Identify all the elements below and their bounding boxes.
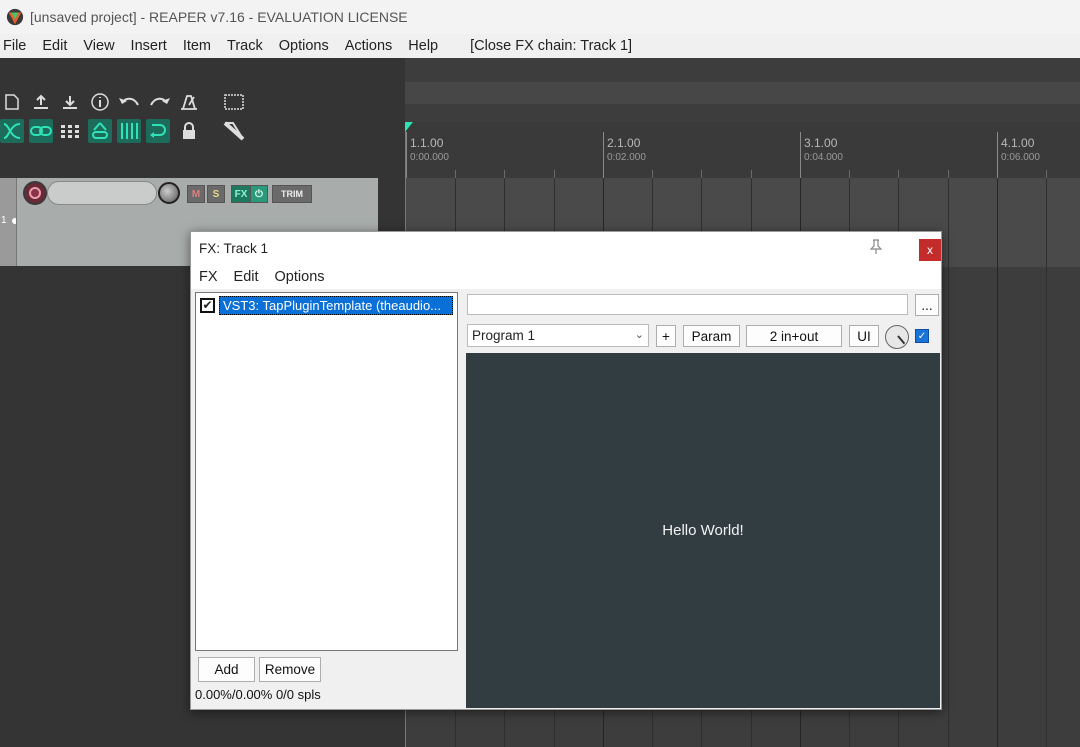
snap-grid-icon[interactable] [58, 119, 82, 143]
record-arm-button[interactable] [23, 181, 47, 205]
plugin-hello-text: Hello World! [662, 522, 744, 539]
ripple-edit-icon[interactable] [0, 119, 24, 143]
envelope-link-icon[interactable] [88, 119, 112, 143]
fx-plugin-list[interactable]: ✔ VST3: TapPluginTemplate (theaudio... [195, 292, 458, 651]
list-item[interactable]: ✔ VST3: TapPluginTemplate (theaudio... [200, 295, 453, 315]
preset-name-field[interactable] [467, 294, 908, 315]
menu-bar: File Edit View Insert Item Track Options… [0, 34, 1080, 58]
track-number-panel[interactable]: 1 [0, 178, 18, 266]
project-settings-icon[interactable] [88, 90, 112, 114]
record-arm-icon [29, 187, 41, 199]
cpu-stats: 0.00%/0.00% 0/0 spls [195, 687, 321, 702]
plugin-ui-panel[interactable]: Hello World! [466, 353, 940, 708]
auto-crossfade-icon[interactable] [222, 119, 246, 143]
fx-menu-fx[interactable]: FX [199, 269, 218, 285]
menu-insert[interactable]: Insert [131, 38, 167, 54]
menu-item[interactable]: Item [183, 38, 211, 54]
redo-icon[interactable] [148, 90, 172, 114]
timeline-ruler[interactable]: 1.1.00 0:00.000 2.1.00 0:02.000 3.1.00 0… [405, 122, 1080, 178]
reaper-logo-icon [6, 8, 24, 26]
fx-menu-edit[interactable]: Edit [234, 269, 259, 285]
volume-knob[interactable] [158, 182, 180, 204]
fx-menu-bar: FX Edit Options [191, 265, 941, 289]
chevron-down-icon: ⌄ [634, 329, 644, 341]
menu-close-fx-chain[interactable]: [Close FX chain: Track 1] [470, 38, 632, 54]
track-number: 1 [1, 215, 7, 226]
solo-button[interactable]: S [207, 185, 225, 203]
preset-menu-button[interactable]: ... [915, 294, 939, 316]
menu-track[interactable]: Track [227, 38, 263, 54]
window-title: [unsaved project] - REAPER v7.16 - EVALU… [30, 9, 408, 25]
link-icon[interactable] [29, 119, 53, 143]
grid-toggle-icon[interactable] [222, 90, 246, 114]
fx-window-title: FX: Track 1 [199, 241, 269, 256]
plugin-enabled-checkbox[interactable]: ✔ [200, 297, 215, 313]
ruler-bar-label: 3.1.00 [804, 136, 838, 150]
io-routing-button[interactable]: 2 in+out [746, 325, 842, 347]
arrange-scrollbar[interactable] [405, 82, 1080, 104]
title-bar: [unsaved project] - REAPER v7.16 - EVALU… [0, 0, 1080, 34]
ruler-time-label: 0:02.000 [607, 152, 646, 163]
ruler-bar-label: 2.1.00 [607, 136, 641, 150]
add-fx-button[interactable]: Add [198, 657, 255, 682]
program-value: Program 1 [472, 328, 536, 343]
fx-chain-window: FX: Track 1 x FX Edit Options ✔ VST3: Ta… [190, 231, 942, 710]
fx-menu-options[interactable]: Options [275, 269, 325, 285]
menu-view[interactable]: View [83, 38, 114, 54]
ruler-time-label: 0:04.000 [804, 152, 843, 163]
loop-icon[interactable] [146, 119, 170, 143]
edit-cursor-marker-icon [405, 122, 413, 132]
save-project-icon[interactable] [58, 90, 82, 114]
menu-options[interactable]: Options [279, 38, 329, 54]
mute-button[interactable]: M [187, 185, 205, 203]
wet-dry-knob[interactable] [885, 325, 909, 349]
undo-icon[interactable] [117, 90, 141, 114]
menu-help[interactable]: Help [408, 38, 438, 54]
ruler-bar-label: 1.1.00 [410, 136, 444, 150]
metronome-icon[interactable] [177, 90, 201, 114]
param-button[interactable]: Param [683, 325, 740, 347]
new-project-icon[interactable] [0, 90, 24, 114]
menu-file[interactable]: File [3, 38, 26, 54]
program-select[interactable]: Program 1 ⌄ [467, 324, 649, 347]
close-button[interactable]: x [919, 239, 941, 261]
open-project-icon[interactable] [29, 90, 53, 114]
track-name-field[interactable] [47, 181, 157, 205]
add-preset-button[interactable]: + [656, 325, 676, 347]
menu-actions[interactable]: Actions [345, 38, 393, 54]
pin-icon[interactable] [867, 238, 885, 256]
menu-edit[interactable]: Edit [42, 38, 67, 54]
ruler-time-label: 0:06.000 [1001, 152, 1040, 163]
ui-toggle-button[interactable]: UI [849, 325, 879, 347]
ruler-bar-label: 4.1.00 [1001, 136, 1035, 150]
fx-bypass-power-icon[interactable]: ⏻ [250, 185, 268, 203]
plugin-name[interactable]: VST3: TapPluginTemplate (theaudio... [219, 295, 453, 315]
fx-enable-checkbox[interactable]: ✓ [915, 329, 929, 343]
lock-icon[interactable] [177, 119, 201, 143]
fx-window-titlebar[interactable]: FX: Track 1 [191, 232, 941, 265]
remove-fx-button[interactable]: Remove [259, 657, 321, 682]
fx-button[interactable]: FX [231, 185, 251, 203]
snap-icon[interactable] [117, 119, 141, 143]
ruler-time-label: 0:00.000 [410, 152, 449, 163]
trim-button[interactable]: TRIM [272, 185, 312, 203]
